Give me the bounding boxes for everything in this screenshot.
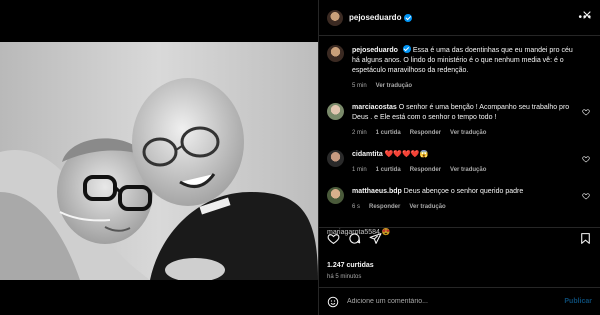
post-actions-bar xyxy=(319,227,600,249)
likes-count[interactable]: 1.247 curtidas xyxy=(327,262,374,269)
comments-list: pejoseduardo Essa é uma das doentinhas q… xyxy=(319,37,600,227)
post-photo[interactable] xyxy=(0,42,318,280)
caption: pejoseduardo Essa é uma das doentinhas q… xyxy=(327,45,590,91)
add-comment-row: Publicar xyxy=(319,287,600,315)
share-paper-plane-icon[interactable] xyxy=(369,232,382,245)
comment-time: 1 min xyxy=(352,167,367,173)
comment-like-count[interactable]: 1 curtida xyxy=(376,128,401,138)
add-comment-input[interactable] xyxy=(347,298,565,305)
publish-button[interactable]: Publicar xyxy=(564,298,592,305)
photo-illustration xyxy=(0,42,318,280)
see-translation-link[interactable]: Ver tradução xyxy=(409,202,445,212)
caption-time: 5 min xyxy=(352,83,367,89)
author-avatar[interactable] xyxy=(327,9,343,26)
comment-item: matthaeus.bdp Deus abençoe o senhor quer… xyxy=(327,187,590,212)
comment-like-count[interactable]: 1 curtida xyxy=(376,165,401,175)
reply-button[interactable]: Responder xyxy=(410,128,441,138)
commenter-username[interactable]: cidamtita xyxy=(352,151,383,158)
commenter-username[interactable]: marciacostas xyxy=(352,104,397,111)
like-comment-heart-icon[interactable] xyxy=(582,108,590,116)
see-translation-link[interactable]: Ver tradução xyxy=(450,128,486,138)
close-icon[interactable] xyxy=(582,10,592,20)
reply-button[interactable]: Responder xyxy=(369,202,400,212)
commenter-avatar[interactable] xyxy=(327,187,344,204)
save-bookmark-icon[interactable] xyxy=(579,232,592,245)
author-username[interactable]: pejoseduardo xyxy=(349,13,401,22)
like-comment-heart-icon[interactable] xyxy=(582,155,590,163)
post-details-panel: pejoseduardo ••• pejoseduardo Essa é uma… xyxy=(318,0,600,315)
verified-badge-icon xyxy=(404,13,413,22)
reply-button[interactable]: Responder xyxy=(410,165,441,175)
caption-username[interactable]: pejoseduardo xyxy=(352,47,398,54)
emoji-smiley-icon[interactable] xyxy=(327,296,339,308)
see-translation-link[interactable]: Ver tradução xyxy=(376,81,412,91)
comment-time: 2 min xyxy=(352,130,367,136)
commenter-username[interactable]: matthaeus.bdp xyxy=(352,188,402,195)
commenter-avatar[interactable] xyxy=(327,103,344,120)
comment-item: cidamtita ❤️❤️❤️❤️😱 1 min 1 curtida Resp… xyxy=(327,150,590,175)
verified-badge-icon xyxy=(402,45,411,53)
caption-avatar[interactable] xyxy=(327,45,344,62)
commenter-avatar[interactable] xyxy=(327,150,344,167)
comment-item: marciacostas O senhor é uma benção ! Aco… xyxy=(327,103,590,138)
post-media-area xyxy=(0,0,318,315)
comment-bubble-icon[interactable] xyxy=(348,232,361,245)
like-heart-icon[interactable] xyxy=(327,232,340,245)
like-comment-heart-icon[interactable] xyxy=(582,192,590,200)
post-header: pejoseduardo ••• xyxy=(319,0,600,36)
post-timestamp: há 5 minutos xyxy=(327,274,362,280)
comment-text: Deus abençoe o senhor querido padre xyxy=(403,188,524,195)
see-translation-link[interactable]: Ver tradução xyxy=(450,165,486,175)
comment-text: ❤️❤️❤️❤️😱 xyxy=(384,151,429,158)
comment-time: 6 s xyxy=(352,204,361,210)
